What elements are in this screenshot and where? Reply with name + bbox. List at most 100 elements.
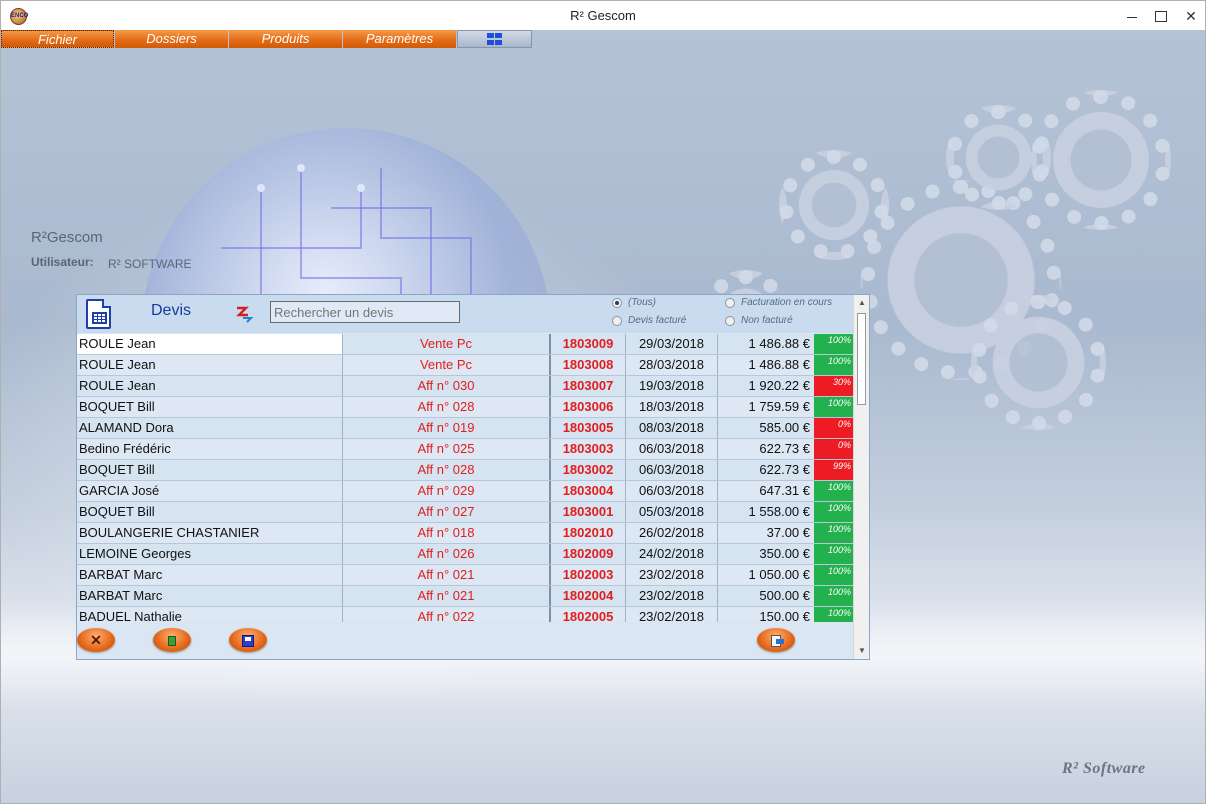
table-row[interactable]: BOULANGERIE CHASTANIER Aff n° 018 1802010 2… [77, 523, 853, 544]
montant-cell: 622.73 € [717, 439, 814, 459]
date-cell: 26/02/2018 [625, 523, 717, 543]
client-cell: BARBAT Marc [77, 565, 342, 585]
filter-non-facture-label: Non facturé [741, 315, 793, 326]
save-button[interactable] [229, 628, 267, 652]
table-row[interactable]: BOQUET Bill Aff n° 027 1803001 05/03/2018 1 … [77, 502, 853, 523]
progress-badge: 0% [814, 418, 853, 438]
close-window-button[interactable]: ✕ [1177, 1, 1205, 31]
user-value: R² SOFTWARE [108, 257, 192, 271]
maximize-button[interactable] [1147, 1, 1175, 31]
date-cell: 06/03/2018 [625, 439, 717, 459]
date-cell: 19/03/2018 [625, 376, 717, 396]
scroll-down-icon[interactable]: ▼ [854, 643, 870, 659]
delete-button[interactable]: ✕ [77, 628, 115, 652]
menu-parametres[interactable]: Paramètres [343, 30, 456, 48]
menu-bar: Fichier Dossiers Produits Paramètres [1, 30, 533, 48]
progress-badge: 100% [814, 502, 853, 522]
table-row[interactable]: ROULE Jean Aff n° 030 1803007 19/03/2018 1 9… [77, 376, 853, 397]
numero-cell: 1803009 [549, 334, 625, 354]
table-row[interactable]: ALAMAND Dora Aff n° 019 1803005 08/03/2018 5… [77, 418, 853, 439]
menu-produits[interactable]: Produits [229, 30, 342, 48]
montant-cell: 1 486.88 € [717, 355, 814, 375]
gear-graphic [1031, 90, 1171, 230]
numero-cell: 1802004 [549, 586, 625, 606]
montant-cell: 500.00 € [717, 586, 814, 606]
title-bar: ENCO R² Gescom ✕ [0, 0, 1206, 30]
minimize-button[interactable] [1119, 1, 1147, 31]
numero-cell: 1802005 [549, 607, 625, 622]
table-row[interactable]: BOQUET Bill Aff n° 028 1803002 06/03/2018 62… [77, 460, 853, 481]
progress-badge: 100% [814, 397, 853, 417]
table-row[interactable]: ROULE Jean Vente Pc 1803008 28/03/2018 1 486… [77, 355, 853, 376]
search-icon[interactable] [234, 304, 254, 324]
app-name-label: R²Gescom [31, 229, 103, 246]
table-row[interactable]: BARBAT Marc Aff n° 021 1802004 23/02/2018 50… [77, 586, 853, 607]
montant-cell: 37.00 € [717, 523, 814, 543]
user-label: Utilisateur: [31, 255, 94, 269]
table-row[interactable]: BADUEL Nathalie Aff n° 022 1802005 23/02/20… [77, 607, 853, 622]
progress-badge: 30% [814, 376, 853, 396]
numero-cell: 1803008 [549, 355, 625, 375]
client-cell: ROULE Jean [77, 334, 342, 354]
gear-graphic [971, 295, 1106, 430]
scroll-up-icon[interactable]: ▲ [854, 295, 870, 311]
brand-logo: R² Software [1062, 760, 1146, 777]
date-cell: 23/02/2018 [625, 565, 717, 585]
progress-badge: 100% [814, 355, 853, 375]
table-row[interactable]: BOQUET Bill Aff n° 028 1803006 18/03/2018 1 … [77, 397, 853, 418]
spreadsheet-document-icon [86, 299, 111, 329]
montant-cell: 350.00 € [717, 544, 814, 564]
numero-cell: 1802009 [549, 544, 625, 564]
window-title: R² Gescom [570, 8, 636, 23]
date-cell: 06/03/2018 [625, 460, 717, 480]
montant-cell: 622.73 € [717, 460, 814, 480]
client-cell: ALAMAND Dora [77, 418, 342, 438]
filter-tous[interactable]: (Tous) [612, 297, 656, 308]
search-input[interactable] [270, 301, 460, 323]
filter-devis-facture[interactable]: Devis facturé [612, 315, 686, 326]
radio-dot-selected [612, 297, 622, 308]
affaire-cell: Aff n° 030 [342, 376, 549, 396]
numero-cell: 1803004 [549, 481, 625, 501]
progress-badge: 0% [814, 439, 853, 459]
table-row[interactable]: ROULE Jean Vente Pc 1803009 29/03/2018 1 486… [77, 334, 853, 355]
client-cell: BOQUET Bill [77, 460, 342, 480]
menu-fichier[interactable]: Fichier [1, 30, 114, 48]
client-cell: BARBAT Marc [77, 586, 342, 606]
filter-facturation-en-cours[interactable]: Facturation en cours [725, 297, 832, 308]
radio-dot [725, 315, 735, 326]
numero-cell: 1803007 [549, 376, 625, 396]
montant-cell: 585.00 € [717, 418, 814, 438]
export-button[interactable] [757, 628, 795, 652]
numero-cell: 1803003 [549, 439, 625, 459]
affaire-cell: Aff n° 021 [342, 565, 549, 585]
affaire-cell: Vente Pc [342, 334, 549, 354]
save-icon [229, 628, 267, 652]
devis-header: Devis (Tous) Facturation en cours Devis … [77, 295, 853, 333]
client-cell: Bedino Frédéric [77, 439, 342, 459]
numero-cell: 1802010 [549, 523, 625, 543]
table-row[interactable]: LEMOINE Georges Aff n° 026 1802009 24/02/20… [77, 544, 853, 565]
date-cell: 08/03/2018 [625, 418, 717, 438]
affaire-cell: Aff n° 022 [342, 607, 549, 622]
new-button[interactable] [153, 628, 191, 652]
scroll-thumb[interactable] [857, 313, 866, 405]
menu-dossiers[interactable]: Dossiers [115, 30, 228, 48]
client-cell: LEMOINE Georges [77, 544, 342, 564]
filter-non-facture[interactable]: Non facturé [725, 315, 793, 326]
numero-cell: 1802003 [549, 565, 625, 585]
vertical-scrollbar[interactable]: ▲ ▼ [853, 295, 869, 659]
client-cell: ROULE Jean [77, 376, 342, 396]
progress-badge: 100% [814, 523, 853, 543]
menu-windows[interactable] [457, 30, 532, 48]
progress-badge: 100% [814, 481, 853, 501]
date-cell: 23/02/2018 [625, 586, 717, 606]
table-row[interactable]: BARBAT Marc Aff n° 021 1802003 23/02/2018 1 … [77, 565, 853, 586]
table-row[interactable]: Bedino Frédéric Aff n° 025 1803003 06/03/20… [77, 439, 853, 460]
date-cell: 18/03/2018 [625, 397, 717, 417]
devis-title: Devis [151, 302, 192, 319]
affaire-cell: Aff n° 028 [342, 460, 549, 480]
table-row[interactable]: GARCIA José Aff n° 029 1803004 06/03/2018 64… [77, 481, 853, 502]
affaire-cell: Aff n° 021 [342, 586, 549, 606]
affaire-cell: Aff n° 026 [342, 544, 549, 564]
